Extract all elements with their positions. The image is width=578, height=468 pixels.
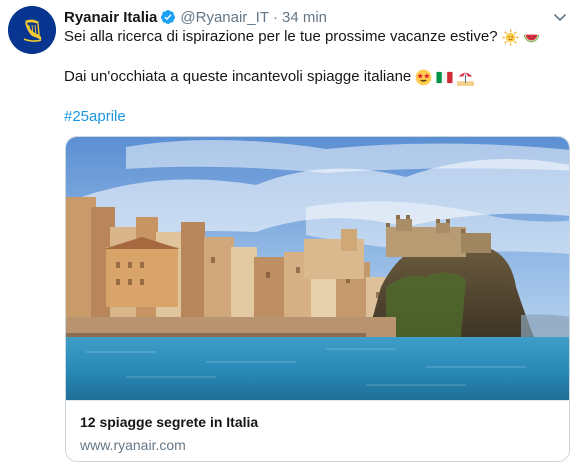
card-image[interactable] <box>66 137 569 400</box>
tweet-text: Sei alla ricerca di ispirazione per le t… <box>64 27 564 127</box>
tweet-text-sentence-1: Sei alla ricerca di ispirazione per le t… <box>64 28 498 45</box>
author-name[interactable]: Ryanair Italia <box>64 9 157 26</box>
tweet-text-spacer-1 <box>64 47 564 67</box>
tweet-header: Ryanair Italia @Ryanair_IT · 34 min <box>64 7 564 27</box>
avatar[interactable] <box>8 6 56 54</box>
tweet-text-spacer-2 <box>64 87 564 107</box>
author-handle[interactable]: @Ryanair_IT <box>180 9 269 26</box>
watermelon-emoji-icon <box>523 34 539 42</box>
chevron-down-icon[interactable] <box>552 9 568 25</box>
tweet: Ryanair Italia @Ryanair_IT · 34 min Sei … <box>0 0 578 468</box>
card-title[interactable]: 12 spiagge segrete in Italia <box>80 414 258 430</box>
hashtag-link[interactable]: #25aprile <box>64 107 126 127</box>
card-body[interactable]: 12 spiagge segrete in Italia www.ryanair… <box>66 400 569 461</box>
tweet-timestamp[interactable]: 34 min <box>282 9 327 26</box>
star-struck-emoji-icon <box>415 69 432 85</box>
beach-umbrella-emoji-icon <box>457 72 475 86</box>
ryanair-harp-logo-icon <box>8 6 56 54</box>
sun-emoji-icon <box>502 28 519 46</box>
card-domain: www.ryanair.com <box>80 437 186 453</box>
italy-flag-emoji-icon <box>436 71 453 83</box>
tweet-text-line-2: Dai un'occhiata a queste incantevoli spi… <box>64 67 564 87</box>
link-preview-card[interactable]: 12 spiagge segrete in Italia www.ryanair… <box>65 136 570 462</box>
coastal-town-photo <box>66 137 569 400</box>
tweet-text-line-3: #25aprile <box>64 107 564 127</box>
verified-badge-icon <box>161 10 176 24</box>
header-separator: · <box>272 8 278 26</box>
tweet-text-sentence-2: Dai un'occhiata a queste incantevoli spi… <box>64 68 412 85</box>
tweet-text-line-1: Sei alla ricerca di ispirazione per le t… <box>64 27 564 47</box>
